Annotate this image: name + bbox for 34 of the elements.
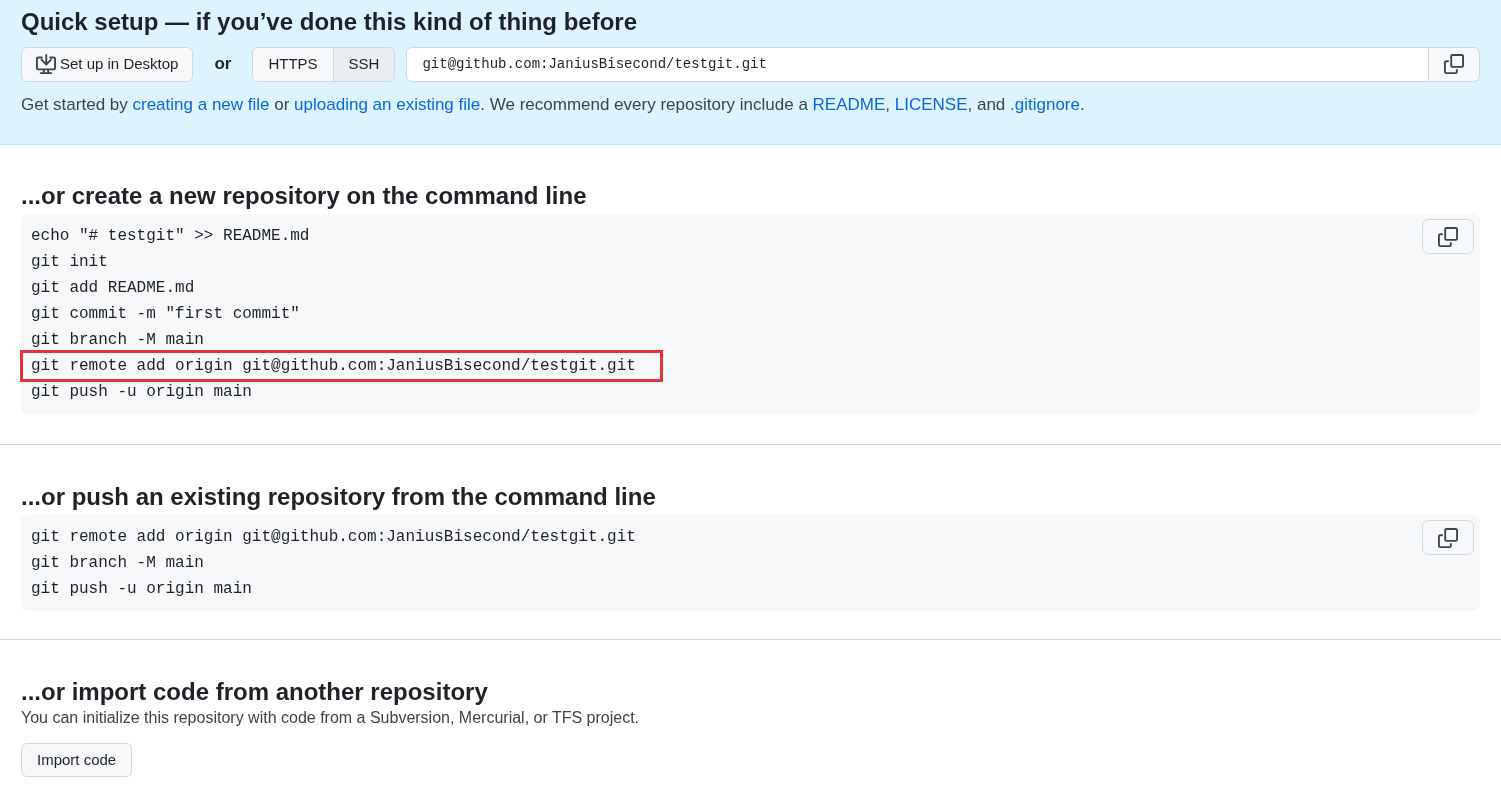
code-line: git branch -M main — [31, 330, 204, 351]
clone-url-field[interactable]: git@github.com:JaniusBisecond/testgit.git — [406, 46, 1429, 82]
code-line: git init — [31, 252, 108, 273]
section-heading: ...or create a new repository on the command line — [21, 182, 588, 210]
code-line: git push -u origin main — [31, 579, 252, 600]
desktop-download-icon — [36, 54, 56, 74]
section-heading: ...or push an existing repository from the command line — [21, 483, 657, 511]
copy-icon — [1444, 54, 1464, 74]
code-line: echo "# testgit" >> README.md — [31, 226, 310, 247]
copy-button[interactable] — [1429, 46, 1480, 82]
link[interactable]: creating a new file — [132, 95, 270, 114]
import-description: You can initialize this repository with code from a Subversion, Mercurial, or TFS project. — [21, 708, 641, 728]
copy-button[interactable] — [1422, 219, 1474, 254]
protocol-tab[interactable]: SSH — [332, 47, 395, 81]
code-line: git branch -M main — [31, 553, 204, 574]
section-heading: ...or import code from another repository — [21, 678, 489, 706]
link[interactable]: LICENSE — [894, 95, 968, 114]
link[interactable]: .gitignore — [1010, 95, 1080, 114]
or-label: or — [214, 53, 232, 76]
copy-icon — [1438, 527, 1458, 548]
link[interactable]: uploading an existing file — [294, 95, 481, 114]
code-line: git commit -m "first commit" — [31, 304, 300, 325]
intro-sentence: Get started by creating a new file or uploading an existing file. We recommend every repository include a README, LICENSE, and .gitignore. — [21, 94, 1086, 116]
copy-button[interactable] — [1422, 520, 1474, 555]
section-heading: Quick setup — if you’ve done this kind of thing before — [21, 8, 639, 36]
code-line: git push -u origin main — [31, 382, 252, 403]
setup-desktop-button[interactable]: Set up in Desktop — [21, 46, 194, 82]
protocol-tab[interactable]: HTTPS — [253, 47, 333, 81]
link[interactable]: README — [812, 95, 886, 114]
code-line: git add README.md — [31, 278, 195, 299]
import-code-button[interactable]: Import code — [21, 743, 133, 777]
code-line: git remote add origin git@github.com:JaniusBisecond/testgit.git — [31, 527, 636, 548]
copy-icon — [1438, 226, 1458, 247]
highlighted-code-line: git remote add origin git@github.com:JaniusBisecond/testgit.git — [23, 353, 660, 379]
